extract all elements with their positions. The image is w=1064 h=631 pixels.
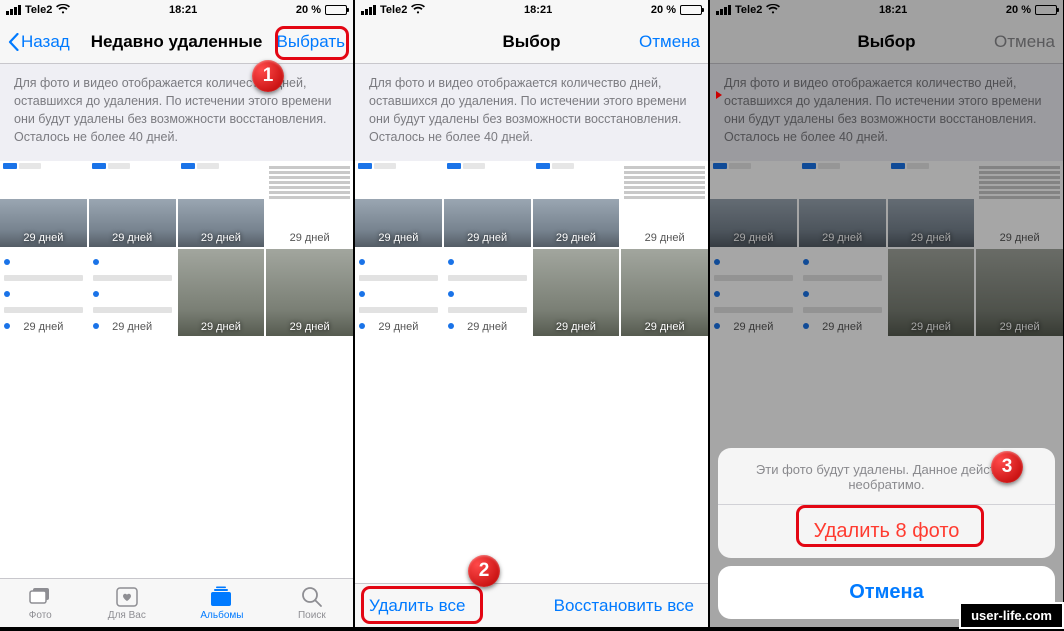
days-label: 29 дней: [0, 321, 87, 333]
screen-3: Tele2 18:21 20 % Выбор Отмена Для фото и…: [710, 0, 1063, 627]
days-label: 29 дней: [355, 321, 442, 333]
heart-card-icon: [114, 585, 140, 609]
days-label: 29 дней: [178, 232, 265, 244]
info-text: Для фото и видео отображается количество…: [355, 64, 708, 161]
days-label: 29 дней: [355, 232, 442, 244]
wifi-icon: [411, 4, 425, 17]
photo-thumb[interactable]: 29 дней: [621, 249, 708, 336]
time-label: 18:21: [524, 4, 552, 16]
days-label: 29 дней: [533, 232, 620, 244]
screen-2: Tele2 18:21 20 % Выбор Отмена Для фото и…: [355, 0, 708, 627]
battery-pct-label: 20 %: [296, 4, 321, 16]
cancel-button[interactable]: Отмена: [639, 32, 700, 52]
chevron-left-icon: [8, 33, 19, 51]
battery-icon: [325, 5, 347, 15]
status-bar: Tele2 18:21 20 %: [0, 0, 353, 20]
info-text: Для фото и видео отображается количество…: [0, 64, 353, 161]
signal-icon: [6, 5, 21, 15]
battery-icon: [680, 5, 702, 15]
tab-label: Фото: [29, 610, 52, 621]
photo-stack-icon: [27, 585, 53, 609]
photo-thumb[interactable]: 29 дней: [0, 161, 87, 248]
sheet-message: Эти фото будут удалены. Данное действие …: [718, 448, 1055, 505]
watermark: user-life.com: [959, 602, 1064, 629]
days-label: 29 дней: [444, 232, 531, 244]
status-bar: Tele2 18:21 20 %: [355, 0, 708, 20]
carrier-label: Tele2: [25, 4, 52, 16]
battery-pct-label: 20 %: [651, 4, 676, 16]
photo-thumb[interactable]: 29 дней: [533, 249, 620, 336]
delete-photos-button[interactable]: Удалить 8 фото: [718, 505, 1055, 558]
screen-1: Tele2 18:21 20 % Назад Недавно удаленные…: [0, 0, 353, 627]
photo-thumb[interactable]: 29 дней: [89, 161, 176, 248]
tab-label: Для Вас: [108, 610, 146, 621]
action-sheet: Эти фото будут удалены. Данное действие …: [718, 448, 1055, 619]
photo-thumb[interactable]: 29 дней: [444, 161, 531, 248]
photo-thumb[interactable]: 29 дней: [178, 249, 265, 336]
photo-thumb[interactable]: 29 дней: [621, 161, 708, 248]
tab-search[interactable]: Поиск: [298, 585, 326, 621]
photo-thumb[interactable]: 29 дней: [178, 161, 265, 248]
select-button[interactable]: Выбрать: [277, 32, 345, 52]
nav-bar: Назад Недавно удаленные Выбрать: [0, 20, 353, 64]
time-label: 18:21: [169, 4, 197, 16]
tab-bar: Фото Для Вас Альбомы Поиск: [0, 578, 353, 627]
tab-label: Альбомы: [200, 610, 243, 621]
days-label: 29 дней: [0, 232, 87, 244]
signal-icon: [361, 5, 376, 15]
recover-all-button[interactable]: Восстановить все: [554, 596, 694, 616]
delete-all-button[interactable]: Удалить все: [369, 596, 465, 616]
days-label: 29 дней: [444, 321, 531, 333]
back-label: Назад: [21, 32, 70, 52]
days-label: 29 дней: [266, 232, 353, 244]
days-label: 29 дней: [89, 321, 176, 333]
photo-thumb[interactable]: 29 дней: [444, 249, 531, 336]
tab-label: Поиск: [298, 610, 326, 621]
days-label: 29 дней: [89, 232, 176, 244]
photo-thumb[interactable]: 29 дней: [355, 249, 442, 336]
photo-thumb[interactable]: 29 дней: [266, 249, 353, 336]
carrier-label: Tele2: [380, 4, 407, 16]
selection-toolbar: Удалить все Восстановить все: [355, 583, 708, 627]
nav-bar: Выбор Отмена: [355, 20, 708, 64]
days-label: 29 дней: [533, 321, 620, 333]
tutorial-composite: Tele2 18:21 20 % Назад Недавно удаленные…: [0, 0, 1064, 631]
nav-title: Выбор: [443, 32, 620, 52]
photo-thumb[interactable]: 29 дней: [266, 161, 353, 248]
photo-thumb[interactable]: 29 дней: [89, 249, 176, 336]
photo-thumb[interactable]: 29 дней: [533, 161, 620, 248]
days-label: 29 дней: [178, 321, 265, 333]
albums-icon: [209, 585, 235, 609]
days-label: 29 дней: [266, 321, 353, 333]
wifi-icon: [56, 4, 70, 17]
days-label: 29 дней: [621, 232, 708, 244]
tab-for-you[interactable]: Для Вас: [108, 585, 146, 621]
nav-title: Недавно удаленные: [88, 32, 265, 52]
photo-thumb[interactable]: 29 дней: [355, 161, 442, 248]
photo-thumb[interactable]: 29 дней: [0, 249, 87, 336]
back-button[interactable]: Назад: [8, 32, 70, 52]
photo-grid: 29 дней 29 дней 29 дней 29 дней 29 дней …: [0, 161, 353, 337]
days-label: 29 дней: [621, 321, 708, 333]
cursor-marker-icon: [716, 91, 722, 99]
search-icon: [299, 585, 325, 609]
tab-albums[interactable]: Альбомы: [200, 585, 243, 621]
photo-grid: 29 дней 29 дней 29 дней 29 дней 29 дней …: [355, 161, 708, 337]
tab-photo[interactable]: Фото: [27, 585, 53, 621]
